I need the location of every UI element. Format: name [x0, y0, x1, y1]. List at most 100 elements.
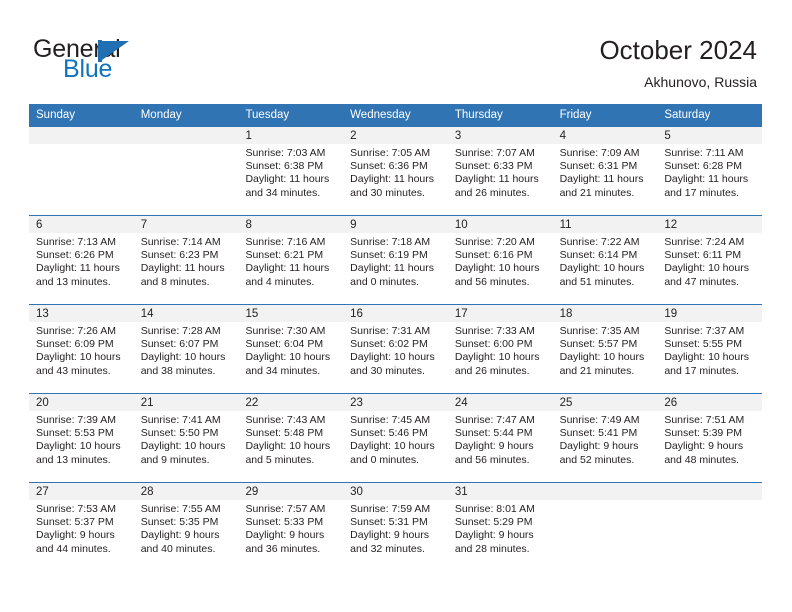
calendar-day-cell[interactable]: 5 Sunrise: 7:11 AM Sunset: 6:28 PM Daylight…: [657, 127, 763, 215]
calendar-day-cell[interactable]: 2 Sunrise: 7:05 AM Sunset: 6:36 PM Daylight…: [343, 127, 448, 215]
day-number: 7: [133, 216, 239, 233]
day-number: 25: [552, 394, 658, 411]
day-details: Sunrise: 7:24 AM Sunset: 6:11 PM Daylight:…: [657, 233, 762, 289]
daylight-duration-line1: Daylight: 10 hours: [36, 440, 121, 453]
weekday-header-thursday: Thursday: [454, 109, 503, 121]
calendar-day-cell[interactable]: 21 Sunrise: 7:41 AM Sunset: 5:50 PM Dayligh…: [133, 394, 239, 482]
sunset-time: Sunset: 5:53 PM: [36, 427, 114, 440]
daylight-duration-line2: and 34 minutes.: [245, 364, 321, 377]
daylight-duration-line1: Daylight: 10 hours: [140, 351, 226, 364]
calendar-day-cell[interactable]: 13 Sunrise: 7:26 AM Sunset: 6:09 PM Dayligh…: [29, 305, 134, 393]
calendar-day-cell[interactable]: 23 Sunrise: 7:45 AM Sunset: 5:46 PM Dayligh…: [343, 394, 448, 482]
sunrise-time: Sunrise: 7:07 AM: [454, 147, 535, 159]
daylight-duration-line1: Daylight: 9 hours: [454, 440, 534, 453]
sunset-time: Sunset: 6:02 PM: [350, 338, 428, 351]
calendar-day-cell[interactable]: 1 Sunrise: 7:03 AM Sunset: 6:38 PM Daylight…: [238, 127, 344, 215]
day-details: Sunrise: 7:37 AM Sunset: 5:55 PM Daylight:…: [657, 322, 762, 378]
calendar-day-cell[interactable]: 6 Sunrise: 7:13 AM Sunset: 6:26 PM Daylight…: [29, 216, 134, 304]
sunset-time: Sunset: 5:31 PM: [350, 516, 428, 529]
daylight-duration-line1: Daylight: 10 hours: [559, 351, 645, 364]
day-number: [29, 127, 134, 144]
calendar-day-cell[interactable]: 17 Sunrise: 7:33 AM Sunset: 6:00 PM Dayligh…: [447, 305, 553, 393]
daylight-duration-line2: and 21 minutes.: [559, 364, 635, 377]
calendar-day-cell[interactable]: 14 Sunrise: 7:28 AM Sunset: 6:07 PM Dayligh…: [133, 305, 239, 393]
sunset-time: Sunset: 6:14 PM: [559, 249, 638, 262]
day-details: Sunrise: 7:07 AM Sunset: 6:33 PM Daylight:…: [448, 144, 553, 200]
brand-logo[interactable]: General Blue: [33, 36, 233, 88]
day-number: 1: [238, 127, 344, 144]
daylight-duration-line2: and 5 minutes.: [245, 453, 315, 466]
daylight-duration-line2: and 32 minutes.: [350, 542, 425, 555]
calendar-day-cell-empty: [552, 483, 658, 571]
calendar-day-cell[interactable]: 24 Sunrise: 7:47 AM Sunset: 5:44 PM Dayligh…: [447, 394, 553, 482]
day-number: 29: [238, 483, 344, 500]
calendar-day-cell[interactable]: 7 Sunrise: 7:14 AM Sunset: 6:23 PM Daylight…: [133, 216, 239, 304]
day-details: Sunrise: 7:31 AM Sunset: 6:02 PM Daylight:…: [343, 322, 448, 378]
day-details: Sunrise: 7:39 AM Sunset: 5:53 PM Daylight:…: [29, 411, 134, 467]
day-details: Sunrise: 7:03 AM Sunset: 6:38 PM Daylight:…: [238, 144, 343, 200]
daylight-duration-line2: and 52 minutes.: [559, 453, 635, 466]
sunrise-time: Sunrise: 7:05 AM: [350, 147, 431, 159]
sunset-time: Sunset: 5:50 PM: [140, 427, 219, 440]
daylight-duration-line1: Daylight: 10 hours: [454, 262, 540, 275]
calendar-grid: Sunday Monday Tuesday Wednesday Thursday…: [29, 104, 763, 571]
calendar-day-cell[interactable]: 28 Sunrise: 7:55 AM Sunset: 5:35 PM Dayligh…: [133, 483, 239, 571]
calendar-day-cell[interactable]: 11 Sunrise: 7:22 AM Sunset: 6:14 PM Dayligh…: [552, 216, 658, 304]
calendar-day-cell[interactable]: 10 Sunrise: 7:20 AM Sunset: 6:16 PM Dayligh…: [447, 216, 553, 304]
daylight-duration-line1: Daylight: 11 hours: [454, 173, 539, 186]
location-subtitle: Akhunovo, Russia: [644, 74, 757, 90]
calendar-day-cell[interactable]: 12 Sunrise: 7:24 AM Sunset: 6:11 PM Dayligh…: [657, 216, 763, 304]
calendar-day-cell[interactable]: 3 Sunrise: 7:07 AM Sunset: 6:33 PM Daylight…: [447, 127, 553, 215]
calendar-day-cell[interactable]: 19 Sunrise: 7:37 AM Sunset: 5:55 PM Dayligh…: [657, 305, 763, 393]
calendar-day-cell[interactable]: 18 Sunrise: 7:35 AM Sunset: 5:57 PM Dayligh…: [552, 305, 658, 393]
calendar-day-cell[interactable]: 22 Sunrise: 7:43 AM Sunset: 5:48 PM Dayligh…: [238, 394, 344, 482]
sunset-time: Sunset: 5:48 PM: [245, 427, 324, 440]
day-details: Sunrise: 7:26 AM Sunset: 6:09 PM Daylight:…: [29, 322, 134, 378]
calendar-day-cell[interactable]: 29 Sunrise: 7:57 AM Sunset: 5:33 PM Dayligh…: [238, 483, 344, 571]
calendar-day-cell[interactable]: 31 Sunrise: 8:01 AM Sunset: 5:29 PM Dayligh…: [447, 483, 553, 571]
sunrise-time: Sunrise: 7:28 AM: [140, 325, 221, 337]
daylight-duration-line1: Daylight: 11 hours: [664, 173, 749, 186]
sunrise-time: Sunrise: 7:51 AM: [664, 414, 745, 426]
day-details: Sunrise: 7:43 AM Sunset: 5:48 PM Daylight:…: [238, 411, 343, 467]
calendar-day-cell[interactable]: 16 Sunrise: 7:31 AM Sunset: 6:02 PM Dayligh…: [343, 305, 448, 393]
daylight-duration-line1: Daylight: 10 hours: [245, 440, 331, 453]
calendar-day-cell[interactable]: 30 Sunrise: 7:59 AM Sunset: 5:31 PM Dayligh…: [343, 483, 448, 571]
daylight-duration-line1: Daylight: 11 hours: [36, 262, 120, 275]
daylight-duration-line1: Daylight: 10 hours: [140, 440, 226, 453]
calendar-day-cell[interactable]: 9 Sunrise: 7:18 AM Sunset: 6:19 PM Daylight…: [343, 216, 448, 304]
daylight-duration-line2: and 38 minutes.: [140, 364, 216, 377]
calendar-day-cell[interactable]: 26 Sunrise: 7:51 AM Sunset: 5:39 PM Dayligh…: [657, 394, 763, 482]
daylight-duration-line1: Daylight: 9 hours: [36, 529, 115, 542]
sunrise-time: Sunrise: 7:13 AM: [36, 236, 116, 248]
sunset-time: Sunset: 6:19 PM: [350, 249, 428, 262]
day-number: 15: [238, 305, 344, 322]
day-number: 24: [447, 394, 553, 411]
sunrise-time: Sunrise: 7:43 AM: [245, 414, 326, 426]
page-header: General Blue October 2024 Akhunovo, Russ…: [0, 0, 792, 100]
day-number: 13: [29, 305, 134, 322]
daylight-duration-line2: and 28 minutes.: [454, 542, 530, 555]
day-details: Sunrise: 7:20 AM Sunset: 6:16 PM Daylight:…: [448, 233, 553, 289]
calendar-day-cell[interactable]: 25 Sunrise: 7:49 AM Sunset: 5:41 PM Dayligh…: [552, 394, 658, 482]
day-details: Sunrise: 7:28 AM Sunset: 6:07 PM Daylight:…: [134, 322, 239, 378]
sunset-time: Sunset: 6:26 PM: [36, 249, 114, 262]
calendar-day-cell[interactable]: 15 Sunrise: 7:30 AM Sunset: 6:04 PM Dayligh…: [238, 305, 344, 393]
calendar-day-cell[interactable]: 20 Sunrise: 7:39 AM Sunset: 5:53 PM Dayligh…: [29, 394, 134, 482]
sunset-time: Sunset: 6:04 PM: [245, 338, 324, 351]
daylight-duration-line1: Daylight: 10 hours: [350, 440, 435, 453]
day-details: Sunrise: 7:59 AM Sunset: 5:31 PM Daylight:…: [343, 500, 448, 556]
day-details: Sunrise: 7:18 AM Sunset: 6:19 PM Daylight:…: [343, 233, 448, 289]
day-number: 11: [552, 216, 658, 233]
calendar-week-row: 27 Sunrise: 7:53 AM Sunset: 5:37 PM Dayligh…: [29, 482, 763, 571]
calendar-day-cell[interactable]: 4 Sunrise: 7:09 AM Sunset: 6:31 PM Daylight…: [552, 127, 658, 215]
calendar-day-cell[interactable]: 8 Sunrise: 7:16 AM Sunset: 6:21 PM Daylight…: [238, 216, 344, 304]
calendar-page: General Blue October 2024 Akhunovo, Russ…: [0, 0, 792, 612]
sunrise-time: Sunrise: 7:26 AM: [36, 325, 116, 337]
sunrise-time: Sunrise: 7:55 AM: [140, 503, 221, 515]
sunset-time: Sunset: 6:09 PM: [36, 338, 114, 351]
calendar-day-cell[interactable]: 27 Sunrise: 7:53 AM Sunset: 5:37 PM Dayligh…: [29, 483, 134, 571]
day-number: 9: [343, 216, 448, 233]
day-details: Sunrise: 7:35 AM Sunset: 5:57 PM Daylight:…: [553, 322, 658, 378]
weekday-header-wednesday: Wednesday: [350, 109, 411, 121]
